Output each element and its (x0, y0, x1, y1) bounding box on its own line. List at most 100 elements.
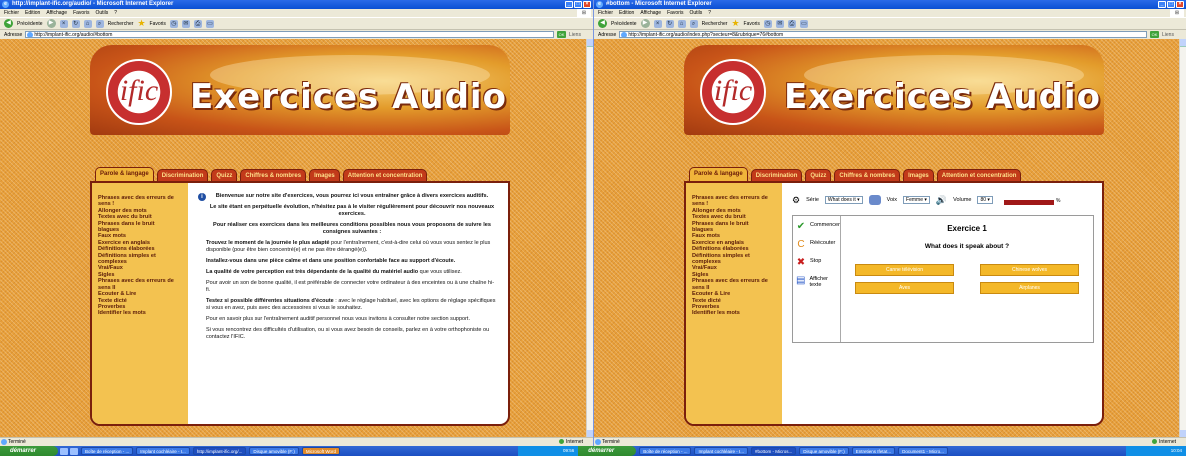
favorites-button-label[interactable]: Favoris (150, 21, 166, 27)
minimize-button[interactable]: _ (1158, 1, 1166, 8)
answer-button[interactable]: Chinese wolves (980, 264, 1079, 276)
taskbar-item[interactable]: Entretiens Ifetat... (851, 447, 896, 455)
taskbar-item[interactable]: Microsoft Word (301, 447, 341, 455)
menu-help[interactable]: ? (114, 9, 117, 17)
volume-select[interactable]: 80 ▾ (977, 196, 993, 204)
favorites-star-icon[interactable]: ★ (137, 19, 145, 28)
back-button-label[interactable]: Précédente (611, 21, 637, 27)
answer-button[interactable]: Aves (855, 282, 954, 294)
sidebar-item[interactable]: Définitions simples et complexes (692, 253, 778, 266)
start-button[interactable]: démarrer (578, 446, 637, 456)
ific-logo[interactable]: ific (700, 59, 766, 125)
taskbar-item[interactable]: Document1 - Micro... (898, 447, 948, 455)
maximize-button[interactable]: □ (1167, 1, 1175, 8)
links-label[interactable]: Liens (569, 32, 593, 38)
tab-discrimination[interactable]: Discrimination (750, 169, 803, 181)
sidebar-item[interactable]: Phrases avec des erreurs de sens II (98, 278, 184, 291)
search-icon[interactable]: ⌕ (689, 19, 698, 28)
address-input[interactable]: http://implant-ific.org/audio/index.php?… (619, 31, 1147, 38)
menu-edition[interactable]: Edition (25, 9, 40, 17)
tab-quizz[interactable]: Quizz (211, 169, 238, 181)
folder-icon[interactable]: ▭ (799, 19, 808, 28)
tab-images[interactable]: Images (903, 169, 934, 181)
tab-attention[interactable]: Attention et concentration (936, 169, 1022, 181)
tab-attention[interactable]: Attention et concentration (342, 169, 428, 181)
menu-fichier[interactable]: Fichier (4, 9, 19, 17)
history-icon[interactable]: ◷ (763, 19, 772, 28)
print-icon[interactable]: ⎙ (193, 19, 202, 28)
menu-affichage[interactable]: Affichage (46, 9, 67, 17)
address-input[interactable]: http://implant-ific.org/audio/#bottom (25, 31, 554, 38)
sidebar-item[interactable]: Phrases avec des erreurs de sens ! (692, 195, 778, 208)
close-button[interactable]: × (583, 1, 591, 8)
search-button-label[interactable]: Rechercher (108, 21, 134, 27)
taskbar-item[interactable]: #bottom - Micros... (751, 447, 797, 455)
menu-favoris[interactable]: Favoris (667, 9, 683, 17)
go-button[interactable]: OK (557, 31, 566, 38)
start-button[interactable]: ✔ Commencer (793, 222, 840, 232)
menu-fichier[interactable]: Fichier (598, 9, 613, 17)
menu-edition[interactable]: Edition (619, 9, 634, 17)
stop-button[interactable]: ✖ Stop (793, 258, 840, 268)
go-button[interactable]: OK (1150, 31, 1159, 38)
back-arrow-icon[interactable]: ◀ (4, 19, 13, 28)
taskbar-item[interactable]: Boîte de réception - ... (639, 447, 692, 455)
folder-icon[interactable]: ▭ (205, 19, 214, 28)
start-button[interactable]: démarrer (0, 446, 58, 456)
close-button[interactable]: × (1176, 1, 1184, 8)
quicklaunch-icon[interactable] (60, 447, 68, 455)
taskbar-item[interactable]: Disque amovible (F:) (799, 447, 849, 455)
menu-outils[interactable]: Outils (95, 9, 108, 17)
answer-button[interactable]: Canne télévision (855, 264, 954, 276)
mail-icon[interactable]: ✉ (181, 19, 190, 28)
vertical-scrollbar[interactable] (1179, 39, 1186, 437)
home-icon[interactable]: ⌂ (677, 19, 686, 28)
menu-help[interactable]: ? (708, 9, 711, 17)
tab-parole-langage[interactable]: Parole & langage (689, 167, 748, 181)
menu-outils[interactable]: Outils (689, 9, 702, 17)
history-icon[interactable]: ◷ (169, 19, 178, 28)
sidebar-item[interactable]: Phrases avec des erreurs de sens II (692, 278, 778, 291)
replay-button[interactable]: C Réécouter (793, 240, 840, 250)
answer-button[interactable]: Airplanes (980, 282, 1079, 294)
title-bar[interactable]: e #bottom - Microsoft Internet Explorer … (594, 0, 1186, 9)
sidebar-item[interactable]: Identifier les mots (98, 310, 184, 316)
search-icon[interactable]: ⌕ (95, 19, 104, 28)
home-icon[interactable]: ⌂ (83, 19, 92, 28)
taskbar-item[interactable]: http://implant-ific.org/... (192, 447, 247, 455)
title-bar[interactable]: e http://implant-ific.org/audio/ - Micro… (0, 0, 593, 9)
vertical-scrollbar[interactable] (586, 39, 593, 437)
show-text-button[interactable]: ▤ Afficher texte (793, 276, 840, 289)
sidebar-item[interactable]: Définitions simples et complexes (98, 253, 184, 266)
sidebar-item[interactable]: Phrases avec des erreurs de sens ! (98, 195, 184, 208)
tab-quizz[interactable]: Quizz (805, 169, 832, 181)
sidebar-item[interactable]: Identifier les mots (692, 310, 778, 316)
print-icon[interactable]: ⎙ (787, 19, 796, 28)
tab-images[interactable]: Images (309, 169, 340, 181)
tab-discrimination[interactable]: Discrimination (156, 169, 209, 181)
quicklaunch-icon[interactable] (70, 447, 78, 455)
stop-icon[interactable]: × (59, 19, 68, 28)
maximize-button[interactable]: □ (574, 1, 582, 8)
tab-chiffres-nombres[interactable]: Chiffres & nombres (240, 169, 307, 181)
taskbar-item[interactable]: Boîte de réception - ... (81, 447, 134, 455)
taskbar-item[interactable]: Disque amovible (F:) (249, 447, 299, 455)
links-label[interactable]: Liens (1162, 32, 1186, 38)
menu-favoris[interactable]: Favoris (73, 9, 89, 17)
taskbar-item[interactable]: Implant cochléaire - I... (136, 447, 190, 455)
stop-icon[interactable]: × (653, 19, 662, 28)
voix-select[interactable]: Femme ▾ (903, 196, 930, 204)
tab-parole-langage[interactable]: Parole & langage (95, 167, 154, 181)
tab-chiffres-nombres[interactable]: Chiffres & nombres (834, 169, 901, 181)
favorites-star-icon[interactable]: ★ (731, 19, 739, 28)
forward-arrow-icon[interactable]: ▶ (640, 19, 650, 28)
ific-logo[interactable]: ific (106, 59, 172, 125)
forward-arrow-icon[interactable]: ▶ (46, 19, 56, 28)
search-button-label[interactable]: Rechercher (702, 21, 728, 27)
mail-icon[interactable]: ✉ (775, 19, 784, 28)
back-button-label[interactable]: Précédente (17, 21, 43, 27)
serie-select[interactable]: What does it ▾ (824, 196, 863, 204)
refresh-icon[interactable]: ↻ (71, 19, 80, 28)
favorites-button-label[interactable]: Favoris (744, 21, 760, 27)
minimize-button[interactable]: _ (565, 1, 573, 8)
